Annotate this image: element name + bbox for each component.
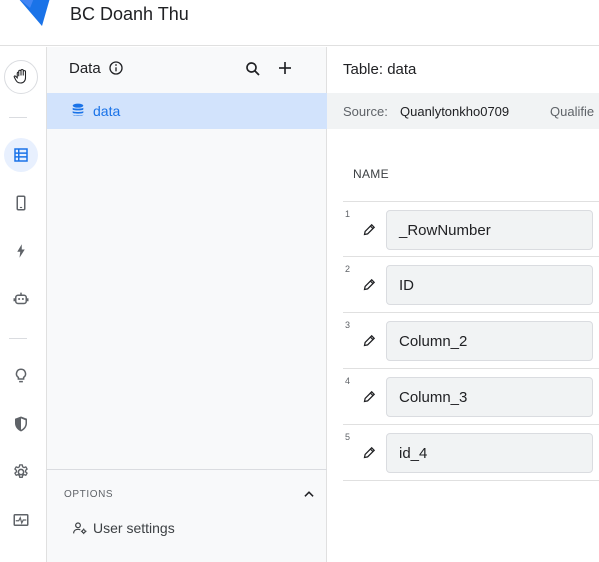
column-name-text: Column_2 (399, 333, 468, 350)
rail-item-settings[interactable] (4, 455, 38, 489)
table-row: 2 ID (343, 257, 599, 313)
pencil-icon[interactable] (362, 445, 377, 460)
row-number: 5 (345, 432, 351, 442)
rail-item-security[interactable] (4, 407, 38, 441)
rail-item-automation[interactable] (4, 234, 38, 268)
left-rail (0, 47, 47, 562)
pencil-icon[interactable] (362, 222, 377, 237)
column-name-field[interactable]: Column_2 (386, 321, 593, 361)
data-list-item[interactable]: data (47, 93, 327, 129)
row-number: 3 (345, 320, 351, 330)
rail-item-intelligence[interactable] (4, 359, 38, 393)
row-number: 4 (345, 376, 351, 386)
table-row: 5 id_4 (343, 425, 599, 481)
rail-separator (9, 338, 27, 339)
data-panel: Data data OPTIONS User settings (47, 47, 327, 562)
shield-icon (15, 416, 27, 432)
database-icon (72, 103, 84, 116)
qualifier-label: Qualifie (550, 104, 595, 119)
table-title: Table: data (343, 61, 417, 78)
table-row: 1 _RowNumber (343, 201, 599, 257)
appsheet-logo-icon[interactable] (16, 0, 52, 30)
rail-item-data[interactable] (4, 138, 38, 172)
source-value-link[interactable]: Quanlytonkho0709 (400, 104, 509, 119)
table-icon (14, 148, 28, 162)
column-name-text: Column_3 (399, 389, 468, 406)
data-panel-header: Data (47, 47, 327, 93)
row-number: 1 (345, 209, 351, 219)
app-title: BC Doanh Thu (70, 4, 189, 24)
gear-icon (14, 464, 28, 478)
rail-item-more[interactable] (4, 551, 38, 562)
user-settings-label: User settings (93, 520, 175, 536)
options-section: OPTIONS User settings (47, 469, 327, 562)
options-label: OPTIONS (64, 489, 114, 500)
user-settings-link[interactable]: User settings (72, 518, 175, 538)
table-row: 3 Column_2 (343, 313, 599, 369)
column-header-name: NAME (353, 167, 389, 181)
info-icon[interactable] (108, 60, 124, 76)
column-name-field[interactable]: ID (386, 265, 593, 305)
column-name-text: ID (399, 277, 414, 294)
data-list-item-label: data (93, 103, 121, 119)
pencil-icon[interactable] (362, 277, 377, 292)
main-content: Table: data Source: Quanlytonkho0709 Qua… (327, 47, 599, 562)
column-name-text: id_4 (399, 445, 428, 462)
column-name-field[interactable]: id_4 (386, 433, 593, 473)
rail-separator (9, 117, 27, 118)
row-number: 2 (345, 264, 351, 274)
search-icon[interactable] (244, 60, 262, 78)
monitor-icon (13, 514, 29, 526)
profile-button[interactable] (4, 60, 38, 94)
pencil-icon[interactable] (362, 333, 377, 348)
top-bar: BC Doanh Thu (0, 0, 599, 46)
data-panel-title: Data (69, 60, 101, 77)
table-row: 4 Column_3 (343, 369, 599, 425)
rail-item-monitor[interactable] (4, 503, 38, 537)
source-label: Source: (343, 104, 388, 119)
rail-item-bots[interactable] (4, 282, 38, 316)
chevron-up-icon[interactable] (302, 487, 316, 501)
user-settings-icon (73, 522, 87, 535)
lightbulb-icon (15, 368, 27, 383)
hand-pointer-icon (13, 68, 27, 84)
rail-item-views[interactable] (4, 186, 38, 220)
bot-icon (13, 292, 29, 305)
bolt-icon (17, 244, 25, 258)
column-name-field[interactable]: Column_3 (386, 377, 593, 417)
column-name-field[interactable]: _RowNumber (386, 210, 593, 250)
mobile-icon (16, 195, 26, 211)
add-icon[interactable] (276, 59, 294, 77)
pencil-icon[interactable] (362, 389, 377, 404)
source-bar: Source: Quanlytonkho0709 Qualifie (327, 93, 599, 129)
column-name-text: _RowNumber (399, 222, 491, 239)
